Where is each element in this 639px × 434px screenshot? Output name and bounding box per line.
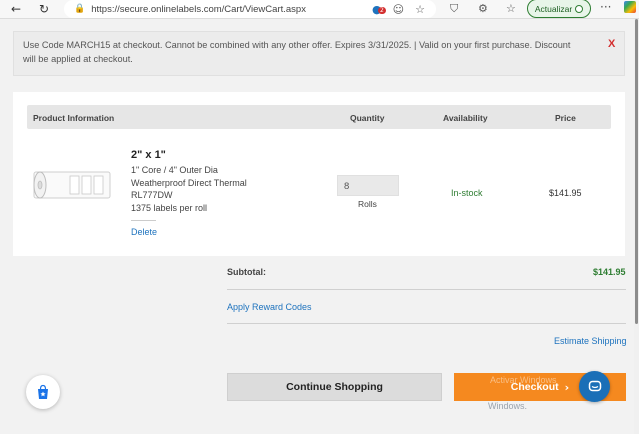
item-price: $141.95 (549, 188, 582, 198)
page-scrollbar[interactable] (634, 19, 639, 434)
label-roll-image[interactable] (32, 170, 112, 200)
availability-status: In-stock (451, 188, 483, 198)
chevron-right-icon: › (564, 380, 570, 394)
header-availability: Availability (443, 113, 488, 123)
summary-divider (227, 323, 626, 324)
header-price: Price (555, 113, 576, 123)
quantity-unit: Rolls (358, 199, 377, 209)
favorite-star-icon[interactable]: ☆ (415, 3, 425, 16)
address-bar[interactable]: 🔒 https://secure.onlinelabels.com/Cart/V… (64, 0, 436, 18)
reader-mode-icon[interactable]: ☺ (393, 3, 404, 16)
product-desc-line: 1375 labels per roll (131, 202, 208, 213)
subtotal-label: Subtotal: (227, 267, 266, 277)
extensions-puzzle-icon[interactable]: ⚙ (478, 2, 488, 15)
continue-shopping-label: Continue Shopping (286, 381, 383, 393)
extension-badge-count: 2 (378, 6, 386, 14)
store-shortcut-button[interactable] (26, 375, 60, 409)
estimate-shipping-link[interactable]: Estimate Shipping (554, 336, 627, 346)
product-desc-line: RL777DW (131, 190, 173, 200)
browser-toolbar: ← ↻ 🔒 https://secure.onlinelabels.com/Ca… (0, 0, 639, 19)
summary-divider (227, 289, 626, 290)
product-description: 1" Core / 4" Outer Dia Weatherproof Dire… (131, 164, 247, 214)
quantity-input[interactable]: 8 (337, 175, 399, 196)
product-desc-line: Weatherproof Direct Thermal (131, 177, 247, 188)
profile-avatar-icon[interactable] (624, 1, 636, 13)
apply-reward-codes-link[interactable]: Apply Reward Codes (227, 302, 312, 312)
promo-text: Use Code MARCH15 at checkout. Cannot be … (23, 40, 571, 64)
header-quantity: Quantity (350, 113, 385, 123)
extension-badge-icon[interactable]: ● 2 (372, 3, 386, 16)
promo-close-button[interactable]: X (608, 38, 615, 50)
shield-icon[interactable]: ⛉ (450, 2, 458, 16)
product-divider (131, 220, 156, 221)
more-menu-icon[interactable]: ··· (600, 0, 611, 14)
continue-shopping-button[interactable]: Continue Shopping (227, 373, 442, 401)
promo-banner: Use Code MARCH15 at checkout. Cannot be … (13, 31, 625, 76)
cart-table: Product Information Quantity Availabilit… (13, 92, 625, 256)
chat-bubble-icon (588, 380, 601, 391)
refresh-icon[interactable]: ↻ (37, 2, 51, 16)
update-button[interactable]: Actualizar (527, 0, 591, 18)
cart-table-header: Product Information Quantity Availabilit… (27, 105, 611, 129)
back-arrow-icon[interactable]: ← (9, 2, 23, 16)
chat-button[interactable] (579, 371, 610, 402)
lock-icon[interactable]: 🔒 (74, 4, 85, 14)
url-text: https://secure.onlinelabels.com/Cart/Vie… (91, 3, 306, 15)
subtotal-value: $141.95 (593, 267, 626, 277)
product-desc-line: 1" Core / 4" Outer Dia (131, 165, 218, 175)
windows-activation-watermark-line2: Windows. (488, 401, 528, 411)
scrollbar-thumb[interactable] (635, 19, 638, 324)
product-title[interactable]: 2" x 1" (131, 149, 166, 161)
update-label: Actualizar (534, 3, 573, 14)
shopping-bag-icon (38, 384, 48, 399)
collections-icon[interactable]: ☆ (506, 2, 516, 15)
update-status-icon (575, 4, 584, 13)
windows-activation-watermark: Activar Windows (490, 375, 557, 385)
header-product: Product Information (33, 113, 115, 123)
delete-item-link[interactable]: Delete (131, 227, 157, 237)
